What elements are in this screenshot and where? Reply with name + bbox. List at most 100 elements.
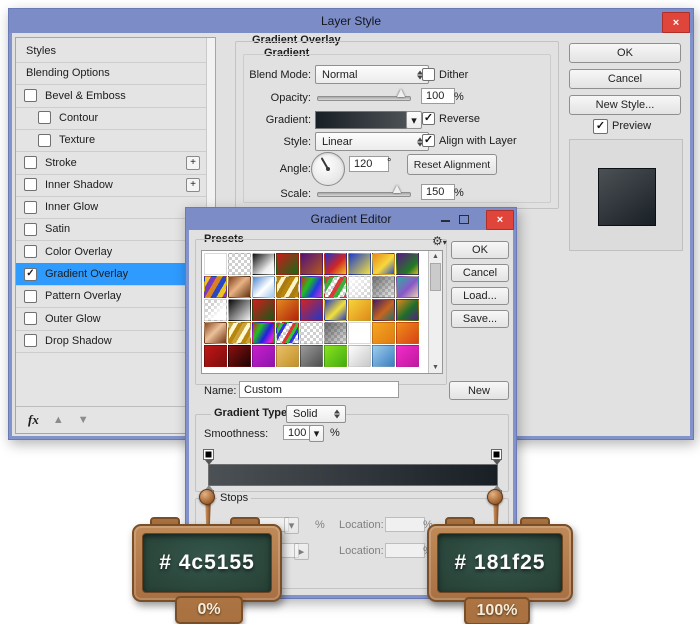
style-checkbox[interactable] xyxy=(24,268,37,281)
sidebar-item-outer-glow[interactable]: Outer Glow xyxy=(16,308,206,331)
gradient-preset-swatch[interactable] xyxy=(324,276,347,298)
gradient-preset-swatch[interactable] xyxy=(228,276,251,298)
gradient-preset-swatch[interactable] xyxy=(204,299,227,321)
fx-icon[interactable]: fx xyxy=(28,412,39,428)
gradient-preset-swatch[interactable] xyxy=(252,299,275,321)
gradient-preset-swatch[interactable] xyxy=(228,299,251,321)
opacity-location-input[interactable] xyxy=(385,517,425,532)
gradient-preset-swatch[interactable] xyxy=(300,299,323,321)
reset-alignment-button[interactable]: Reset Alignment xyxy=(407,154,497,175)
gradient-preset-swatch[interactable] xyxy=(276,276,299,298)
gradient-preset-swatch[interactable] xyxy=(348,253,371,275)
gradient-preset-swatch[interactable] xyxy=(276,345,299,367)
move-up-icon[interactable]: ▲ xyxy=(53,414,64,426)
style-checkbox[interactable] xyxy=(24,245,37,258)
angle-dial[interactable] xyxy=(311,152,345,186)
gradient-preset-swatch[interactable] xyxy=(324,322,347,344)
stop-color-arrow[interactable]: ▸ xyxy=(294,543,309,560)
style-checkbox[interactable] xyxy=(38,111,51,124)
style-checkbox[interactable] xyxy=(38,134,51,147)
gradient-preset-swatch[interactable] xyxy=(348,276,371,298)
sidebar-item-texture[interactable]: Texture xyxy=(16,129,206,152)
gradient-preset-swatch[interactable] xyxy=(372,299,395,321)
gradient-preset-swatch[interactable] xyxy=(396,299,419,321)
scroll-up-icon[interactable]: ▲ xyxy=(429,253,442,260)
gradient-dropdown-button[interactable]: ▾ xyxy=(406,111,422,129)
ok-button[interactable]: OK xyxy=(569,43,681,63)
gradient-preset-swatch[interactable] xyxy=(348,345,371,367)
save-button[interactable]: Save... xyxy=(451,310,509,328)
gradient-preset-swatch[interactable] xyxy=(372,322,395,344)
gradient-preset-swatch[interactable] xyxy=(204,322,227,344)
smoothness-dropdown-button[interactable]: ▾ xyxy=(309,425,324,442)
gradient-preset-swatch[interactable] xyxy=(324,253,347,275)
style-checkbox[interactable] xyxy=(24,312,37,325)
add-instance-button[interactable]: + xyxy=(186,178,200,192)
style-checkbox[interactable] xyxy=(24,223,37,236)
ge-cancel-button[interactable]: Cancel xyxy=(451,264,509,282)
style-checkbox[interactable] xyxy=(24,89,37,102)
gradient-preset-swatch[interactable] xyxy=(372,345,395,367)
sidebar-item-gradient-overlay[interactable]: Gradient Overlay xyxy=(16,263,206,286)
ge-ok-button[interactable]: OK xyxy=(451,241,509,259)
scale-input[interactable]: 150 xyxy=(421,184,455,200)
gradient-preset-swatch[interactable] xyxy=(204,345,227,367)
gradient-preset-swatch[interactable] xyxy=(396,345,419,367)
gradient-preset-swatch[interactable] xyxy=(276,253,299,275)
gradient-preset-swatch[interactable] xyxy=(396,276,419,298)
gradient-preset-swatch[interactable] xyxy=(396,322,419,344)
gradient-preset-swatch[interactable] xyxy=(300,345,323,367)
scrollbar-thumb[interactable] xyxy=(430,263,441,291)
opacity-slider-thumb[interactable] xyxy=(397,89,405,97)
move-down-icon[interactable]: ▼ xyxy=(78,414,89,426)
sidebar-item-inner-glow[interactable]: Inner Glow xyxy=(16,196,206,219)
gradient-type-select[interactable]: Solid xyxy=(286,405,346,423)
gradient-preset-swatch[interactable] xyxy=(300,322,323,344)
gradient-preset-swatch[interactable] xyxy=(324,345,347,367)
close-icon[interactable]: × xyxy=(486,210,514,230)
add-instance-button[interactable]: + xyxy=(186,156,200,170)
load-button[interactable]: Load... xyxy=(451,287,509,305)
gradient-preset-swatch[interactable] xyxy=(300,276,323,298)
gradient-preset-swatch[interactable] xyxy=(204,276,227,298)
gradient-preset-swatch[interactable] xyxy=(228,322,251,344)
style-checkbox[interactable] xyxy=(24,290,37,303)
scale-slider-thumb[interactable] xyxy=(393,185,401,193)
gradient-preset-swatch[interactable] xyxy=(204,253,227,275)
gradient-preset-swatch[interactable] xyxy=(252,322,275,344)
maximize-icon[interactable] xyxy=(459,215,469,224)
sidebar-item-pattern-overlay[interactable]: Pattern Overlay xyxy=(16,285,206,308)
gradient-preset-swatch[interactable] xyxy=(348,322,371,344)
angle-input[interactable]: 120 xyxy=(349,156,389,172)
new-style-button[interactable]: New Style... xyxy=(569,95,681,115)
gradient-preset-swatch[interactable] xyxy=(300,253,323,275)
gradient-preset-swatch[interactable] xyxy=(396,253,419,275)
scroll-down-icon[interactable]: ▼ xyxy=(429,364,442,371)
reverse-checkbox[interactable] xyxy=(422,112,435,125)
gradient-preset-swatch[interactable] xyxy=(228,253,251,275)
sidebar-item-stroke[interactable]: Stroke+ xyxy=(16,152,206,175)
sidebar-item-blending-options[interactable]: Blending Options xyxy=(16,62,206,85)
close-icon[interactable]: × xyxy=(662,12,690,33)
gradient-preset-swatch[interactable] xyxy=(372,253,395,275)
sidebar-item-satin[interactable]: Satin xyxy=(16,218,206,241)
presets-scrollbar[interactable]: ▲ ▼ xyxy=(428,251,442,373)
dither-checkbox[interactable] xyxy=(422,68,435,81)
style-checkbox[interactable] xyxy=(24,156,37,169)
cancel-button[interactable]: Cancel xyxy=(569,69,681,89)
sidebar-item-color-overlay[interactable]: Color Overlay xyxy=(16,241,206,264)
gradient-preset-swatch[interactable] xyxy=(252,345,275,367)
sidebar-item-bevel-emboss[interactable]: Bevel & Emboss xyxy=(16,85,206,108)
blend-mode-select[interactable]: Normal xyxy=(315,65,429,84)
gradient-preset-swatch[interactable] xyxy=(252,276,275,298)
stop-opacity-dropdown[interactable]: ▾ xyxy=(284,517,299,534)
gradient-preview-bar[interactable] xyxy=(208,464,498,486)
gradient-preset-swatch[interactable] xyxy=(276,322,299,344)
color-location-input[interactable] xyxy=(385,543,425,558)
gradient-preset-swatch[interactable] xyxy=(276,299,299,321)
gradient-swatch[interactable] xyxy=(315,111,407,129)
opacity-input[interactable]: 100 xyxy=(421,88,455,104)
new-button[interactable]: New xyxy=(449,381,509,400)
name-input[interactable]: Custom xyxy=(239,381,399,398)
style-checkbox[interactable] xyxy=(24,334,37,347)
